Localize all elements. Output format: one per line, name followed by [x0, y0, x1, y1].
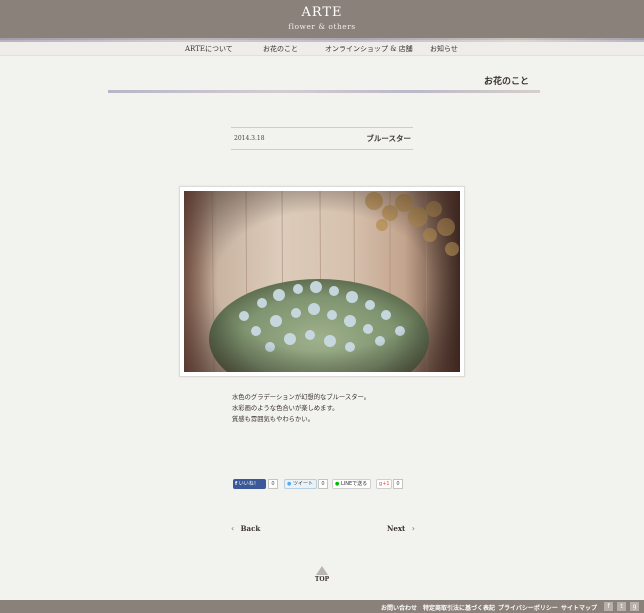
- tweet-button[interactable]: ● ツイート: [284, 479, 317, 489]
- post-body-line: 水彩画のような色合いが楽しめます。: [232, 405, 339, 412]
- twitter-icon: ●: [287, 481, 292, 487]
- facebook-like-button[interactable]: f いいね！: [233, 479, 266, 489]
- footer-link-contact[interactable]: お問い合わせ: [381, 603, 417, 612]
- section-divider: [108, 90, 540, 93]
- google-plus-label: +1: [382, 481, 390, 487]
- post-date: 2014.3.18: [234, 135, 265, 142]
- post-body-line: 水色のグラデーションが幻想的なブルースター。: [232, 394, 371, 401]
- google-plus-count: 0: [393, 479, 403, 489]
- tweet-count: 0: [318, 479, 328, 489]
- facebook-like-count: 0: [268, 479, 278, 489]
- site-logo[interactable]: ARTE: [0, 5, 644, 20]
- footer-link-commerce-law[interactable]: 特定商取引法に基づく表記: [423, 603, 495, 612]
- google-plus-icon[interactable]: g: [630, 602, 639, 611]
- chevron-right-icon: ›: [411, 524, 415, 533]
- back-to-top-label: TOP: [314, 576, 330, 583]
- tweet-label: ツイート: [292, 481, 313, 487]
- nav-item-shop[interactable]: オンラインショップ & 店舗: [325, 44, 413, 54]
- line-share-button[interactable]: ● LINEで送る: [332, 479, 371, 489]
- google-plus-button[interactable]: g+1: [376, 479, 392, 489]
- line-icon: ●: [335, 481, 340, 487]
- line-share-label: LINEで送る: [340, 481, 368, 487]
- post-title: ブルースター: [366, 134, 411, 143]
- chevron-left-icon: ‹: [231, 524, 235, 533]
- post-photo[interactable]: [184, 191, 460, 372]
- footer-link-privacy[interactable]: プライバシーポリシー: [498, 603, 558, 612]
- facebook-like-label: いいね！: [238, 481, 259, 487]
- arrow-up-icon: [316, 566, 328, 575]
- global-nav: ARTEについて お花のこと オンラインショップ & 店舗 お知らせ: [0, 42, 644, 56]
- back-to-top-button[interactable]: TOP: [312, 566, 332, 583]
- prev-post-link[interactable]: ‹ Back: [231, 524, 260, 533]
- post-header-bottom-rule: [231, 149, 413, 150]
- twitter-icon[interactable]: t: [617, 602, 626, 611]
- site-footer: お問い合わせ 特定商取引法に基づく表記 プライバシーポリシー サイトマップ f …: [0, 600, 644, 613]
- footer-link-sitemap[interactable]: サイトマップ: [561, 603, 597, 612]
- site-tagline: flower & others: [288, 22, 356, 31]
- post-body: 水色のグラデーションが幻想的なブルースター。 水彩画のような色合いが楽しめます。…: [232, 392, 370, 425]
- post-photo-frame: [179, 186, 465, 377]
- site-header: ARTE flower & others: [0, 0, 644, 40]
- nav-item-news[interactable]: お知らせ: [430, 44, 458, 54]
- facebook-icon[interactable]: f: [604, 602, 613, 611]
- nav-item-flowers[interactable]: お花のこと: [263, 44, 298, 54]
- next-post-label: Next: [387, 524, 406, 533]
- prev-post-label: Back: [240, 524, 261, 533]
- post-header-top-rule: [231, 127, 413, 128]
- facebook-icon: f: [235, 481, 238, 487]
- page-title: お花のこと: [483, 77, 529, 87]
- post-body-line: 質感も雰囲気もやわらかい。: [232, 416, 314, 423]
- nav-item-about[interactable]: ARTEについて: [185, 44, 233, 54]
- next-post-link[interactable]: Next ›: [387, 524, 415, 533]
